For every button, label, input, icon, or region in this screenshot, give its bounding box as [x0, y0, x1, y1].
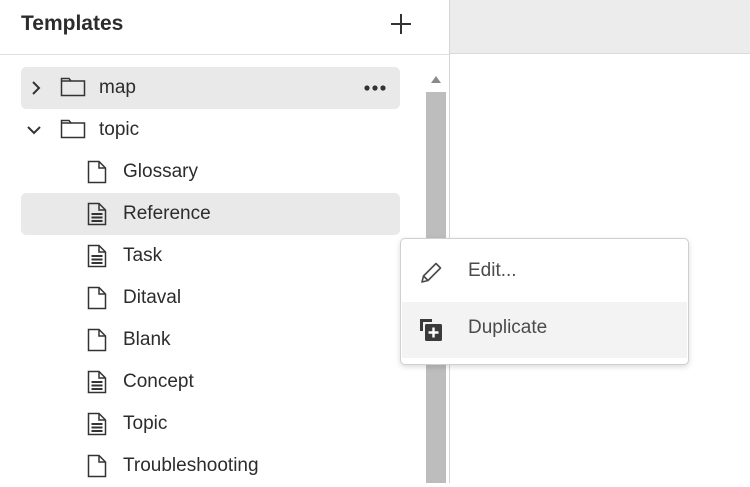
tree-file-task[interactable]: Task — [21, 235, 400, 277]
tree-file-concept[interactable]: Concept — [21, 361, 400, 403]
file-lines-icon — [87, 370, 107, 394]
chevron-right-icon[interactable] — [27, 79, 45, 97]
tree-file-label: Topic — [123, 413, 168, 434]
editor-header-bar — [450, 0, 750, 54]
panel-title: Templates — [21, 12, 124, 35]
menu-item-edit[interactable]: Edit... — [402, 245, 687, 301]
file-lines-icon — [87, 244, 107, 268]
more-icon[interactable] — [362, 79, 388, 97]
templates-panel: Templates map topic Glossary Reference T… — [0, 0, 450, 483]
file-lines-icon — [87, 412, 107, 436]
panel-header: Templates — [0, 0, 449, 55]
tree-file-ditaval[interactable]: Ditaval — [21, 277, 400, 319]
file-blank-icon — [87, 328, 107, 352]
menu-item-label: Duplicate — [468, 317, 548, 338]
pencil-icon — [421, 262, 442, 283]
tree-folder-map[interactable]: map — [21, 67, 400, 109]
scroll-up-arrow-icon[interactable] — [430, 74, 442, 84]
file-blank-icon — [87, 454, 107, 478]
plus-icon[interactable] — [388, 11, 414, 37]
tree-folder-topic[interactable]: topic — [21, 109, 400, 151]
file-blank-icon — [87, 160, 107, 184]
duplicate-icon — [420, 319, 442, 341]
tree-file-blank[interactable]: Blank — [21, 319, 400, 361]
tree-file-label: Troubleshooting — [123, 455, 259, 476]
tree-file-label: Task — [123, 245, 163, 266]
tree-file-label: Blank — [123, 329, 171, 350]
tree-file-label: Glossary — [123, 161, 198, 182]
tree-file-label: Reference — [123, 203, 211, 224]
folder-icon — [60, 119, 86, 139]
folder-icon — [60, 77, 86, 97]
tree-file-topic[interactable]: Topic — [21, 403, 400, 445]
tree-file-reference[interactable]: Reference — [21, 193, 400, 235]
tree-file-label: Concept — [123, 371, 194, 392]
tree-file-label: Ditaval — [123, 287, 182, 308]
file-blank-icon — [87, 286, 107, 310]
tree-file-troubleshooting[interactable]: Troubleshooting — [21, 445, 400, 487]
tree-folder-label: topic — [99, 119, 140, 140]
file-lines-icon — [87, 202, 107, 226]
context-menu: Edit... Duplicate — [400, 238, 689, 365]
chevron-down-icon[interactable] — [25, 121, 43, 139]
menu-item-duplicate[interactable]: Duplicate — [402, 302, 687, 358]
menu-item-label: Edit... — [468, 260, 517, 281]
tree-file-glossary[interactable]: Glossary — [21, 151, 400, 193]
tree-folder-label: map — [99, 77, 136, 98]
